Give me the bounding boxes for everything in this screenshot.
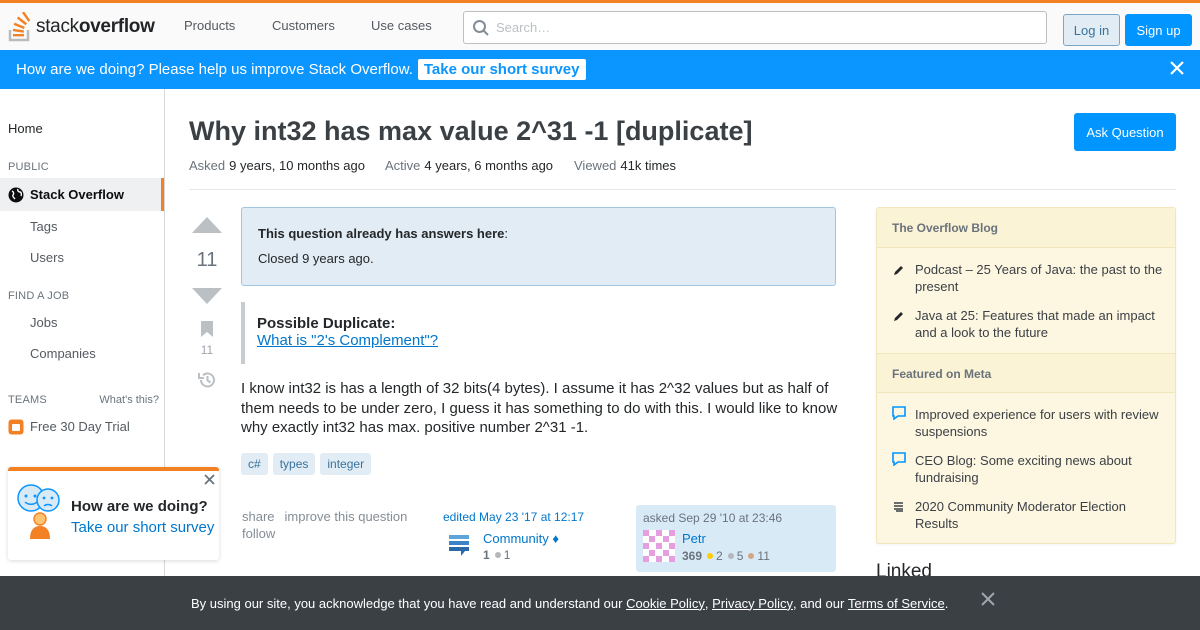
- top-bar: stackoverflow Products Customers Use cas…: [0, 0, 1200, 50]
- sidebar-item-jobs[interactable]: Jobs: [30, 315, 57, 330]
- signup-button[interactable]: Sign up: [1125, 14, 1192, 46]
- asked-timestamp: asked Sep 29 '10 at 23:46: [643, 511, 783, 525]
- tag-integer[interactable]: integer: [320, 453, 372, 475]
- asked-meta: Asked 9 years, 10 months ago: [189, 158, 365, 173]
- cookie-text: By using our site, you acknowledge that …: [191, 595, 627, 611]
- possible-duplicate-quote: Possible Duplicate: What is "2's Complem…: [241, 302, 836, 364]
- sidebar-item-tags[interactable]: Tags: [30, 219, 57, 234]
- favorite-count: 11: [200, 343, 214, 357]
- sidebar-item-stack-overflow[interactable]: Stack Overflow: [0, 178, 164, 211]
- ask-question-button[interactable]: Ask Question: [1074, 113, 1176, 151]
- blog-item-java-25[interactable]: Java at 25: Features that made an impact…: [915, 307, 1165, 341]
- active-meta: Active 4 years, 6 months ago: [385, 158, 554, 173]
- banner-text: How are we doing? Please help us improve…: [16, 61, 413, 78]
- downvote-icon[interactable]: [190, 287, 224, 305]
- asked-user-card: asked Sep 29 '10 at 23:46 Petr 369 2 5 11: [636, 505, 836, 572]
- sidebar-item-free-trial[interactable]: Free 30 Day Trial: [30, 419, 130, 434]
- privacy-policy-link[interactable]: Privacy Policy: [712, 596, 793, 611]
- post-menu: share improve this question follow: [242, 508, 422, 542]
- cookie-period: .: [944, 595, 949, 611]
- bookmark-icon[interactable]: [200, 320, 214, 338]
- upvote-icon[interactable]: [190, 216, 224, 234]
- cookie-text-2: , and our: [792, 595, 848, 611]
- viewed-meta: Viewed 41k times: [574, 158, 677, 173]
- search-box[interactable]: [463, 11, 1047, 44]
- duplicate-notice-text: This question already has answers here:: [258, 226, 508, 241]
- meta-item-election-results[interactable]: 2020 Community Moderator Election Result…: [915, 498, 1165, 532]
- duplicate-link[interactable]: What is "2's Complement"?: [257, 332, 438, 349]
- teams-whats-this-link[interactable]: What's this?: [99, 394, 159, 406]
- blog-item-java-podcast[interactable]: Podcast – 25 Years of Java: the past to …: [915, 261, 1165, 295]
- quote-title: Possible Duplicate:: [257, 315, 396, 332]
- user-avatar[interactable]: [643, 530, 675, 562]
- survey-widget-link[interactable]: Take our short survey: [71, 519, 214, 536]
- improve-question-link[interactable]: improve this question: [285, 509, 408, 524]
- sidebar-item-home[interactable]: Home: [8, 121, 43, 136]
- sidebar-heading-teams: TEAMS: [8, 394, 47, 406]
- cookie-policy-link[interactable]: Cookie Policy: [626, 596, 705, 611]
- author-name[interactable]: Petr: [682, 531, 706, 546]
- follow-link[interactable]: follow: [242, 526, 275, 541]
- title-divider: [189, 189, 1176, 190]
- sidebar-item-users[interactable]: Users: [30, 250, 64, 265]
- chat-bubble-icon: [892, 406, 906, 420]
- search-input[interactable]: [496, 20, 1016, 35]
- nav-customers[interactable]: Customers: [272, 18, 335, 33]
- share-link[interactable]: share: [242, 509, 275, 524]
- nav-use-cases[interactable]: Use cases: [371, 18, 432, 33]
- close-icon[interactable]: [981, 592, 995, 606]
- close-icon[interactable]: [1170, 61, 1184, 75]
- terms-of-service-link[interactable]: Terms of Service: [848, 596, 945, 611]
- sidebar-heading-jobs: FIND A JOB: [8, 290, 70, 302]
- meta-item-review-suspensions[interactable]: Improved experience for users with revie…: [915, 406, 1165, 440]
- briefcase-icon: [8, 419, 24, 435]
- nav-products[interactable]: Products: [184, 18, 235, 33]
- sidebar-item-label: Stack Overflow: [30, 187, 124, 202]
- vote-count: 11: [196, 249, 218, 271]
- logo-wordmark: stackoverflow: [36, 16, 155, 37]
- survey-banner: How are we doing? Please help us improve…: [0, 50, 1200, 89]
- left-sidebar: Home PUBLIC Stack Overflow Tags Users FI…: [0, 89, 219, 630]
- history-icon[interactable]: [197, 370, 217, 390]
- globe-icon: [8, 187, 24, 202]
- editor-reputation: 11: [483, 548, 511, 562]
- meta-item-ceo-blog[interactable]: CEO Blog: Some exciting news about fundr…: [915, 452, 1165, 486]
- duplicate-notice: This question already has answers here: …: [241, 207, 836, 286]
- chat-bubble-icon: [892, 452, 906, 466]
- sidebar-item-companies[interactable]: Companies: [30, 346, 96, 361]
- cookie-separator: ,: [704, 595, 713, 611]
- stack-logo-icon: [8, 12, 31, 42]
- sidebar-heading-public: PUBLIC: [8, 161, 49, 173]
- stackoverflow-logo[interactable]: stackoverflow: [8, 11, 155, 43]
- survey-widget: How are we doing? Take our short survey: [8, 467, 219, 560]
- survey-widget-title: How are we doing?: [71, 498, 208, 515]
- question-body: I know int32 is has a length of 32 bits(…: [241, 380, 838, 436]
- tag-types[interactable]: types: [272, 453, 316, 475]
- overflow-blog-widget: The Overflow Blog Podcast – 25 Years of …: [876, 207, 1176, 544]
- tag-list: c# types integer: [241, 453, 372, 475]
- login-button[interactable]: Log in: [1063, 14, 1120, 46]
- tag-csharp[interactable]: c#: [241, 453, 268, 475]
- close-icon[interactable]: [204, 474, 215, 485]
- question-title[interactable]: Why int32 has max value 2^31 -1 [duplica…: [189, 116, 752, 147]
- community-avatar[interactable]: [447, 533, 471, 557]
- banner-survey-link[interactable]: Take our short survey: [417, 59, 586, 80]
- blog-heading: The Overflow Blog: [877, 208, 1175, 248]
- edited-timestamp[interactable]: edited May 23 '17 at 12:17: [443, 510, 584, 524]
- pencil-icon: [894, 266, 903, 275]
- closed-text: Closed 9 years ago.: [258, 251, 374, 266]
- stack-exchange-icon: [894, 502, 903, 512]
- cookie-consent-bar: By using our site, you acknowledge that …: [0, 576, 1200, 630]
- search-icon: [473, 19, 489, 36]
- editor-name[interactable]: Community ♦: [483, 531, 559, 546]
- author-reputation: 369 2 5 11: [682, 549, 770, 563]
- survey-people-icon: [17, 484, 60, 539]
- pencil-icon: [894, 312, 903, 321]
- meta-heading: Featured on Meta: [877, 353, 1175, 393]
